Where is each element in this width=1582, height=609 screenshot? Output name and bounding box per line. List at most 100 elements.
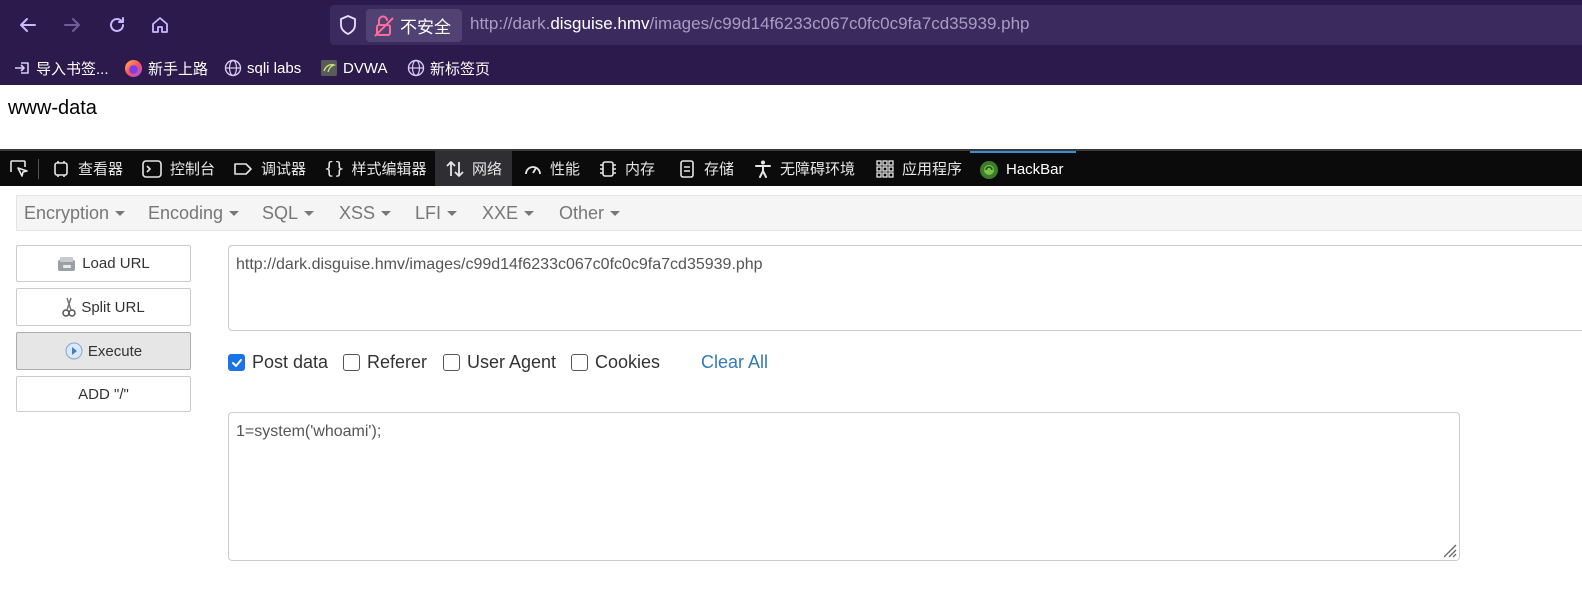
menu-label: LFI [415,203,442,223]
url-path: /images/c99d14f6233c067c0fc0c9fa7cd35939… [649,14,1030,33]
globe-icon [224,59,242,77]
import-icon [15,62,29,74]
referer-checkbox[interactable]: Referer [343,352,427,373]
bookmark-new-tab[interactable]: 新标签页 [407,57,490,79]
bookmark-getting-started[interactable]: 新手上路 [124,57,208,79]
add-slash-button[interactable]: ADD "/" [16,376,191,412]
hackbar-icon [980,160,998,179]
tab-label: 存储 [704,161,735,178]
dvwa-icon [321,60,337,76]
caret-down-icon [381,211,392,216]
menu-other[interactable]: Other [559,203,621,224]
checkbox-icon [443,354,460,371]
checkbox-icon [571,354,588,371]
url-text[interactable]: http://dark.disguise.hmv/images/c99d14f6… [470,14,1030,34]
firefox-icon [124,59,143,77]
unlock-icon [374,15,394,37]
element-picker-button[interactable] [4,151,34,186]
url-textarea[interactable]: http://dark.disguise.hmv/images/c99d14f6… [228,245,1582,331]
menu-encryption[interactable]: Encryption [24,203,126,224]
tab-debugger[interactable]: 调试器 [228,151,310,186]
menu-lfi[interactable]: LFI [415,203,458,224]
caret-down-icon [229,211,240,216]
tab-style-editor[interactable]: {} 样式编辑器 [320,151,431,186]
caret-down-icon [524,211,535,216]
debugger-icon [234,162,252,175]
load-url-button[interactable]: Load URL [16,245,191,282]
bookmark-label: sqli labs [247,59,302,77]
braces-icon: {} [324,158,345,179]
globe-icon [407,59,425,77]
bookmark-import[interactable]: 导入书签... [13,57,109,79]
checkbox-icon [343,354,360,371]
bookmark-sqli-labs[interactable]: sqli labs [224,57,301,79]
storage-icon [680,159,694,178]
bookmark-label: 导入书签... [36,60,109,78]
bookmark-label: DVWA [343,59,388,77]
menu-xxe[interactable]: XXE [482,203,535,224]
caret-down-icon [115,211,126,216]
tab-label: 控制台 [170,161,216,178]
menu-sql[interactable]: SQL [262,203,315,224]
tab-accessibility[interactable]: 无障碍环境 [749,151,859,186]
post-data-value: 1=system('whoami'); [236,423,382,440]
button-label: ADD "/" [78,385,129,403]
checkbox-checked-icon [228,354,245,371]
post-data-checkbox[interactable]: Post data [228,352,328,373]
tab-label: HackBar [1006,161,1064,178]
cookies-checkbox[interactable]: Cookies [571,352,660,373]
user-agent-checkbox[interactable]: User Agent [443,352,556,373]
page-output-text: www-data [8,97,97,119]
url-domain: disguise.hmv [550,14,650,33]
scissors-icon [62,297,77,317]
tab-storage[interactable]: 存储 [673,151,738,186]
back-icon[interactable] [11,8,45,42]
tab-label: 调试器 [261,161,307,178]
tab-hackbar[interactable]: HackBar [970,151,1076,186]
bookmarks-bar: 导入书签... 新手上路 sqli labs DVWA 新标签页 [0,50,1582,85]
tab-performance[interactable]: 性能 [519,151,584,186]
menu-label: XSS [339,203,376,223]
performance-icon [525,165,541,174]
accessibility-icon [755,160,771,178]
caret-down-icon [610,211,621,216]
option-label: Referer [367,352,428,372]
bookmark-label: 新手上路 [148,60,209,78]
tab-label: 应用程序 [902,161,963,178]
menu-label: Encryption [24,203,110,223]
tab-memory[interactable]: 内存 [594,151,659,186]
security-indicator[interactable]: 不安全 [366,9,462,42]
reload-icon[interactable] [100,8,134,42]
resize-grip-icon[interactable] [1441,542,1457,558]
tab-label: 网络 [472,161,503,178]
memory-icon [600,160,616,177]
menu-encoding[interactable]: Encoding [148,203,240,224]
browser-toolbar: 不安全 http://dark.disguise.hmv/images/c99d… [0,0,1582,50]
clear-all-link[interactable]: Clear All [701,352,768,373]
caret-down-icon [447,211,458,216]
forward-icon[interactable] [55,8,89,42]
option-label: Post data [252,352,329,372]
tab-label: 无障碍环境 [780,161,856,178]
button-label: Execute [87,342,143,360]
url-prefix: http://dark. [470,14,551,33]
home-icon[interactable] [143,8,177,42]
split-url-button[interactable]: Split URL [16,288,191,326]
caret-down-icon [304,211,315,216]
execute-button[interactable]: Execute [16,332,191,370]
console-icon [142,159,162,178]
tab-network[interactable]: 网络 [435,151,512,186]
post-data-textarea[interactable]: 1=system('whoami'); [228,412,1460,561]
menu-label: Other [559,203,605,223]
menu-xss[interactable]: XSS [339,203,392,224]
tab-label: 性能 [550,161,581,178]
tab-inspector[interactable]: 查看器 [47,151,127,186]
tab-console[interactable]: 控制台 [137,151,219,186]
bookmark-dvwa[interactable]: DVWA [320,57,387,79]
tab-application[interactable]: 应用程序 [871,151,966,186]
button-label: Load URL [82,255,150,272]
shield-icon[interactable] [336,13,360,42]
devtools-toolbar: 查看器 控制台 调试器 {} 样式编辑器 网络 性能 内存 存储 无障碍环境 应… [0,149,1582,186]
load-url-icon [58,256,76,271]
bookmark-label: 新标签页 [430,60,491,78]
